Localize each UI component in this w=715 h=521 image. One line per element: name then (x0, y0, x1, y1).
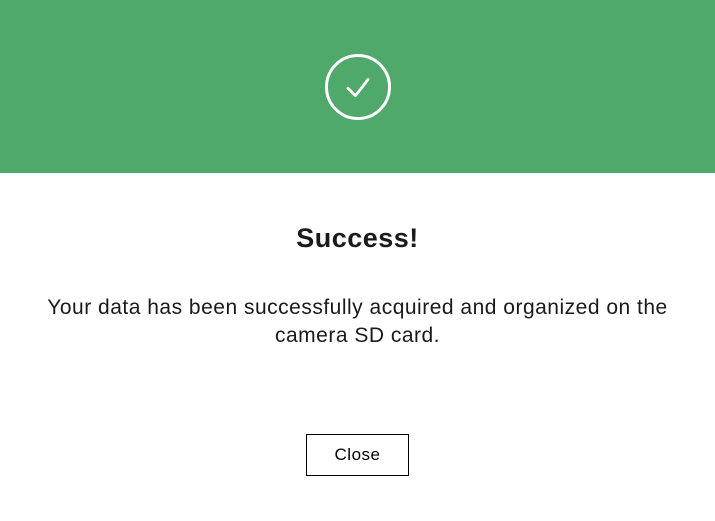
dialog-content: Success! Your data has been successfully… (0, 173, 715, 351)
close-button[interactable]: Close (306, 434, 410, 476)
dialog-actions: Close (0, 434, 715, 476)
dialog-message: Your data has been successfully acquired… (30, 294, 685, 351)
dialog-header (0, 0, 715, 173)
dialog-title: Success! (30, 223, 685, 254)
checkmark-icon (325, 54, 391, 120)
